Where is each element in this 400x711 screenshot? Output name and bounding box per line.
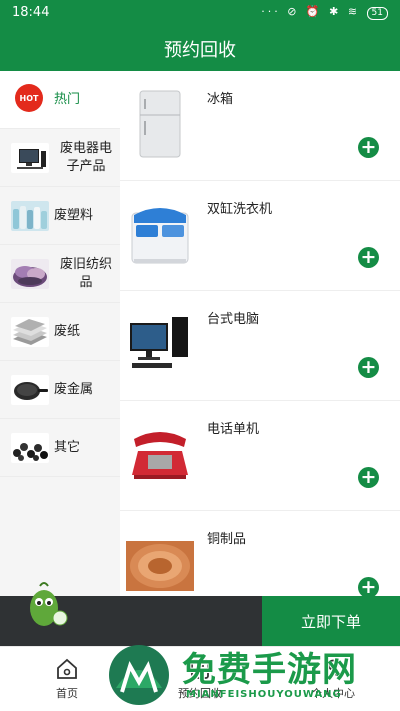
- copper-coil-image: [126, 541, 194, 591]
- cart-area[interactable]: [0, 582, 262, 646]
- status-bar: 18:44 ··· ⊘ ⏰ ✱ ≋ 51: [0, 0, 400, 26]
- top-bar: 18:44 ··· ⊘ ⏰ ✱ ≋ 51 预约回收: [0, 0, 400, 71]
- watermark-logo-icon: [109, 645, 169, 705]
- home-icon: [57, 658, 77, 679]
- plastic-bottles-thumb: [11, 201, 49, 231]
- list-item[interactable]: 电话单机 +: [120, 401, 400, 511]
- sidebar-item-electronics[interactable]: 废电器电子产品: [0, 129, 120, 187]
- sidebar-item-label: 废旧纺织品: [59, 257, 112, 290]
- product-name: 铜制品: [207, 532, 247, 547]
- hot-icon: HOT: [15, 84, 43, 112]
- frying-pan-thumb: [11, 375, 49, 405]
- paper-stack-thumb: [11, 317, 49, 347]
- category-sidebar: HOT 热门 废电器电子产品 废塑料 废旧纺织品 废纸 废金属 其它: [0, 71, 120, 596]
- sidebar-item-paper[interactable]: 废纸: [0, 303, 120, 361]
- sidebar-item-label: 废塑料: [54, 208, 94, 223]
- telephone-image: [132, 432, 188, 479]
- add-button[interactable]: +: [358, 357, 379, 378]
- desktop-computer-image: [130, 317, 188, 368]
- product-name: 电话单机: [207, 422, 260, 437]
- status-time: 18:44: [12, 5, 50, 20]
- textiles-thumb: [11, 259, 49, 289]
- sidebar-item-label: 热门: [54, 92, 81, 107]
- sidebar-item-label: 废电器电子产品: [59, 141, 112, 174]
- product-name: 双缸洗衣机: [207, 202, 273, 217]
- list-item[interactable]: 铜制品 +: [120, 511, 400, 596]
- status-icons: ··· ⊘ ⏰ ✱ ≋ 51: [261, 5, 388, 20]
- add-button[interactable]: +: [358, 467, 379, 488]
- sidebar-item-other[interactable]: 其它: [0, 419, 120, 477]
- status-indicator-icons: ··· ⊘ ⏰ ✱ ≋: [261, 5, 361, 18]
- add-button[interactable]: +: [358, 137, 379, 158]
- list-item[interactable]: 双缸洗衣机 +: [120, 181, 400, 291]
- watermark: 免费手游网 MIANFEISHOUYOUWANG: [104, 640, 396, 711]
- watermark-subtitle: MIANFEISHOUYOUWANG: [186, 689, 342, 700]
- product-name: 冰箱: [207, 92, 234, 107]
- sidebar-item-metal[interactable]: 废金属: [0, 361, 120, 419]
- add-button[interactable]: +: [358, 247, 379, 268]
- sidebar-item-label: 其它: [54, 440, 81, 455]
- rubber-pieces-thumb: [11, 433, 49, 463]
- mascot-icon: [30, 582, 68, 626]
- product-name: 台式电脑: [207, 312, 260, 327]
- sidebar-item-textiles[interactable]: 废旧纺织品: [0, 245, 120, 303]
- sidebar-item-label: 废金属: [54, 382, 94, 397]
- sidebar-item-label: 废纸: [54, 324, 81, 339]
- battery-icon: 51: [366, 7, 388, 20]
- sidebar-item-hot[interactable]: HOT 热门: [0, 71, 120, 129]
- refrigerator-image: [139, 90, 181, 158]
- list-item[interactable]: 冰箱 +: [120, 71, 400, 181]
- app-screen: 18:44 ··· ⊘ ⏰ ✱ ≋ 51 预约回收 HOT 热门 废电器电子产品: [0, 0, 400, 711]
- order-action-bar: 立即下单: [0, 582, 400, 646]
- place-order-button[interactable]: 立即下单: [262, 596, 400, 646]
- tab-label: 首页: [56, 687, 78, 700]
- tab-home[interactable]: 首页: [27, 657, 107, 701]
- computer-thumb: [11, 143, 49, 173]
- add-button[interactable]: +: [358, 577, 379, 596]
- page-title: 预约回收: [164, 40, 236, 61]
- watermark-title: 免费手游网: [182, 650, 357, 690]
- washing-machine-image: [131, 208, 189, 264]
- list-item[interactable]: 台式电脑 +: [120, 291, 400, 401]
- sidebar-item-plastic[interactable]: 废塑料: [0, 187, 120, 245]
- product-list: 冰箱 + 双缸洗衣机 + 台式电脑 + 电话单机 + 铜制品 +: [120, 71, 400, 596]
